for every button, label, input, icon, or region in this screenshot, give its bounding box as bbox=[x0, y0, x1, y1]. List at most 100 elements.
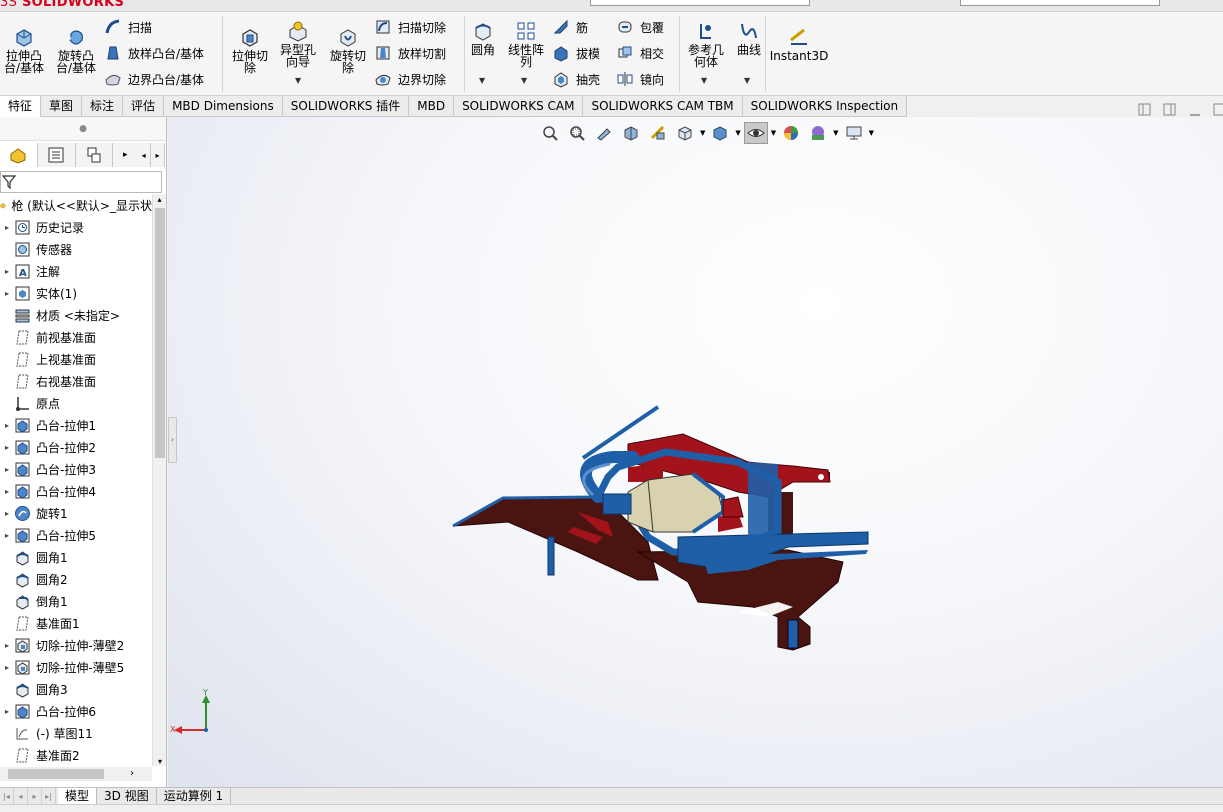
previous-view-button[interactable] bbox=[592, 122, 616, 144]
more-tabs-icon[interactable]: ▸ bbox=[113, 143, 138, 167]
tree-item-plane[interactable]: 上视基准面 bbox=[0, 348, 152, 370]
curves-button[interactable]: 曲线 bbox=[732, 20, 766, 56]
hscroll-thumb[interactable] bbox=[8, 769, 104, 779]
pane-grip[interactable]: ● bbox=[0, 117, 166, 141]
tree-item-sensor[interactable]: 传感器 bbox=[0, 238, 152, 260]
tab-features[interactable]: 特征 bbox=[0, 96, 42, 117]
tree-item-fillet[interactable]: 圆角1 bbox=[0, 546, 152, 568]
tree-item-extrude[interactable]: ▸ 凸台-拉伸5 bbox=[0, 524, 152, 546]
expand-arrow-icon[interactable]: ▸ bbox=[0, 707, 14, 716]
expand-arrow-icon[interactable]: ▸ bbox=[0, 421, 14, 430]
revolve-boss-button[interactable]: 旋转凸台/基体 bbox=[52, 26, 100, 74]
dynamic-annotation-button[interactable] bbox=[646, 122, 670, 144]
tab-addins[interactable]: SOLIDWORKS 插件 bbox=[282, 96, 410, 117]
boundary-boss-button[interactable]: 边界凸台/基体 bbox=[104, 68, 204, 90]
hide-show-dropdown-icon[interactable]: ▼ bbox=[771, 129, 776, 137]
restore-pane-icon[interactable] bbox=[1138, 103, 1151, 116]
sweep-cut-button[interactable]: 扫描切除 bbox=[374, 16, 446, 38]
tree-item-extrude[interactable]: ▸ 凸台-拉伸3 bbox=[0, 458, 152, 480]
tree-item-annotation[interactable]: ▸ A 注解 bbox=[0, 260, 152, 282]
tab-mbd[interactable]: MBD bbox=[409, 96, 455, 117]
zoom-to-area-button[interactable] bbox=[565, 122, 589, 144]
tab-cam-tbm[interactable]: SOLIDWORKS CAM TBM bbox=[583, 96, 743, 117]
draft-button[interactable]: 拔模 bbox=[552, 42, 600, 64]
tree-item-chamfer[interactable]: 倒角1 bbox=[0, 590, 152, 612]
expand-arrow-icon[interactable]: ▸ bbox=[0, 465, 14, 474]
config-manager-tab[interactable] bbox=[75, 143, 114, 167]
tab-cam[interactable]: SOLIDWORKS CAM bbox=[454, 96, 584, 117]
tree-item-plane[interactable]: 右视基准面 bbox=[0, 370, 152, 392]
section-view-button[interactable] bbox=[619, 122, 643, 144]
tab-markup[interactable]: 标注 bbox=[82, 96, 124, 117]
reference-geometry-button[interactable]: 参考几何体 bbox=[684, 20, 728, 68]
tab-evaluate[interactable]: 评估 bbox=[123, 96, 165, 117]
scroll-thumb[interactable] bbox=[155, 208, 165, 458]
linear-pattern-button[interactable]: 线性阵列 bbox=[504, 20, 548, 68]
view-settings-button[interactable] bbox=[842, 122, 866, 144]
tree-item-extrude[interactable]: ▸ 凸台-拉伸6 bbox=[0, 700, 152, 722]
tree-item-sketch[interactable]: (-) 草图11 bbox=[0, 722, 152, 744]
expand-arrow-icon[interactable]: ▸ bbox=[0, 289, 14, 298]
prev-tab-icon[interactable]: ◂ bbox=[14, 787, 28, 805]
zoom-to-fit-button[interactable] bbox=[538, 122, 562, 144]
scroll-down-icon[interactable]: ▾ bbox=[153, 757, 167, 766]
curves-dropdown-icon[interactable]: ▼ bbox=[744, 76, 750, 85]
scroll-right-icon[interactable]: › bbox=[130, 767, 134, 781]
maximize-pane-icon[interactable] bbox=[1213, 103, 1223, 116]
expand-arrow-icon[interactable]: ▸ bbox=[0, 531, 14, 540]
wrap-button[interactable]: 包覆 bbox=[616, 16, 664, 38]
side-pane-toggle[interactable]: › bbox=[168, 417, 177, 463]
last-tab-icon[interactable]: ▸| bbox=[42, 787, 56, 805]
mirror-button[interactable]: 镜向 bbox=[616, 68, 664, 90]
extrude-cut-button[interactable]: 拉伸切除 bbox=[228, 26, 272, 74]
tree-item-history[interactable]: ▸ 历史记录 bbox=[0, 216, 152, 238]
tab-3d-view[interactable]: 3D 视图 bbox=[97, 787, 157, 805]
tree-vertical-scrollbar[interactable]: ▴ ▾ bbox=[152, 194, 166, 766]
feature-manager-tab[interactable] bbox=[0, 143, 38, 167]
tree-item-cut-extrude[interactable]: ▸ 切除-拉伸-薄壁5 bbox=[0, 656, 152, 678]
hide-show-items-button[interactable] bbox=[743, 122, 768, 144]
first-tab-icon[interactable]: |◂ bbox=[0, 787, 14, 805]
scroll-up-icon[interactable]: ▴ bbox=[153, 194, 166, 206]
expand-arrow-icon[interactable]: ▸ bbox=[0, 223, 14, 232]
shell-button[interactable]: 抽壳 bbox=[552, 68, 600, 90]
view-settings-dropdown-icon[interactable]: ▼ bbox=[869, 129, 874, 137]
tile-pane-icon[interactable] bbox=[1163, 103, 1176, 116]
tree-item-origin[interactable]: 原点 bbox=[0, 392, 152, 414]
display-style-button[interactable] bbox=[708, 122, 732, 144]
fillet-button[interactable]: 圆角 bbox=[468, 20, 498, 56]
boundary-cut-button[interactable]: 边界切除 bbox=[374, 68, 446, 90]
loft-cut-button[interactable]: 放样切割 bbox=[374, 42, 446, 64]
tab-mbd-dimensions[interactable]: MBD Dimensions bbox=[164, 96, 283, 117]
fillet-dropdown-icon[interactable]: ▼ bbox=[479, 76, 485, 85]
edit-appearance-button[interactable] bbox=[779, 122, 803, 144]
tree-item-revolve[interactable]: ▸ 旋转1 bbox=[0, 502, 152, 524]
tab-sketch[interactable]: 草图 bbox=[41, 96, 83, 117]
tab-scroll-left-icon[interactable]: ◂ bbox=[137, 143, 152, 167]
tree-item-fillet[interactable]: 圆角2 bbox=[0, 568, 152, 590]
display-style-dropdown-icon[interactable]: ▼ bbox=[735, 129, 740, 137]
tree-item-extrude[interactable]: ▸ 凸台-拉伸1 bbox=[0, 414, 152, 436]
hole-wizard-dropdown-icon[interactable]: ▼ bbox=[295, 76, 301, 85]
tree-horizontal-scrollbar[interactable]: › bbox=[0, 767, 152, 781]
tree-item-extrude[interactable]: ▸ 凸台-拉伸2 bbox=[0, 436, 152, 458]
expand-arrow-icon[interactable]: ▸ bbox=[0, 267, 14, 276]
tree-item-extrude[interactable]: ▸ 凸台-拉伸4 bbox=[0, 480, 152, 502]
orientation-dropdown-icon[interactable]: ▼ bbox=[700, 129, 705, 137]
gun-3d-model[interactable] bbox=[448, 402, 878, 652]
search-field[interactable] bbox=[960, 0, 1160, 6]
tree-root-part[interactable]: 枪 (默认<<默认>_显示状 bbox=[0, 194, 152, 216]
tab-motion-study[interactable]: 运动算例 1 bbox=[157, 787, 232, 805]
tree-item-plane[interactable]: 基准面1 bbox=[0, 612, 152, 634]
extrude-boss-button[interactable]: 拉伸凸台/基体 bbox=[2, 26, 46, 74]
loft-boss-button[interactable]: 放样凸台/基体 bbox=[104, 42, 204, 64]
graphics-area[interactable]: › ▼ ▼ ▼ ▼ ▼ Y X bbox=[168, 117, 1223, 787]
intersect-button[interactable]: 相交 bbox=[616, 42, 664, 64]
ref-geometry-dropdown-icon[interactable]: ▼ bbox=[701, 76, 707, 85]
sweep-button[interactable]: 扫描 bbox=[104, 16, 152, 38]
tree-item-plane[interactable]: 基准面2 bbox=[0, 744, 152, 766]
tab-scroll-right-icon[interactable]: ▸ bbox=[151, 143, 165, 167]
next-tab-icon[interactable]: ▸ bbox=[28, 787, 42, 805]
hole-wizard-button[interactable]: 异型孔向导 bbox=[276, 20, 320, 68]
tree-item-material[interactable]: 材质 <未指定> bbox=[0, 304, 152, 326]
